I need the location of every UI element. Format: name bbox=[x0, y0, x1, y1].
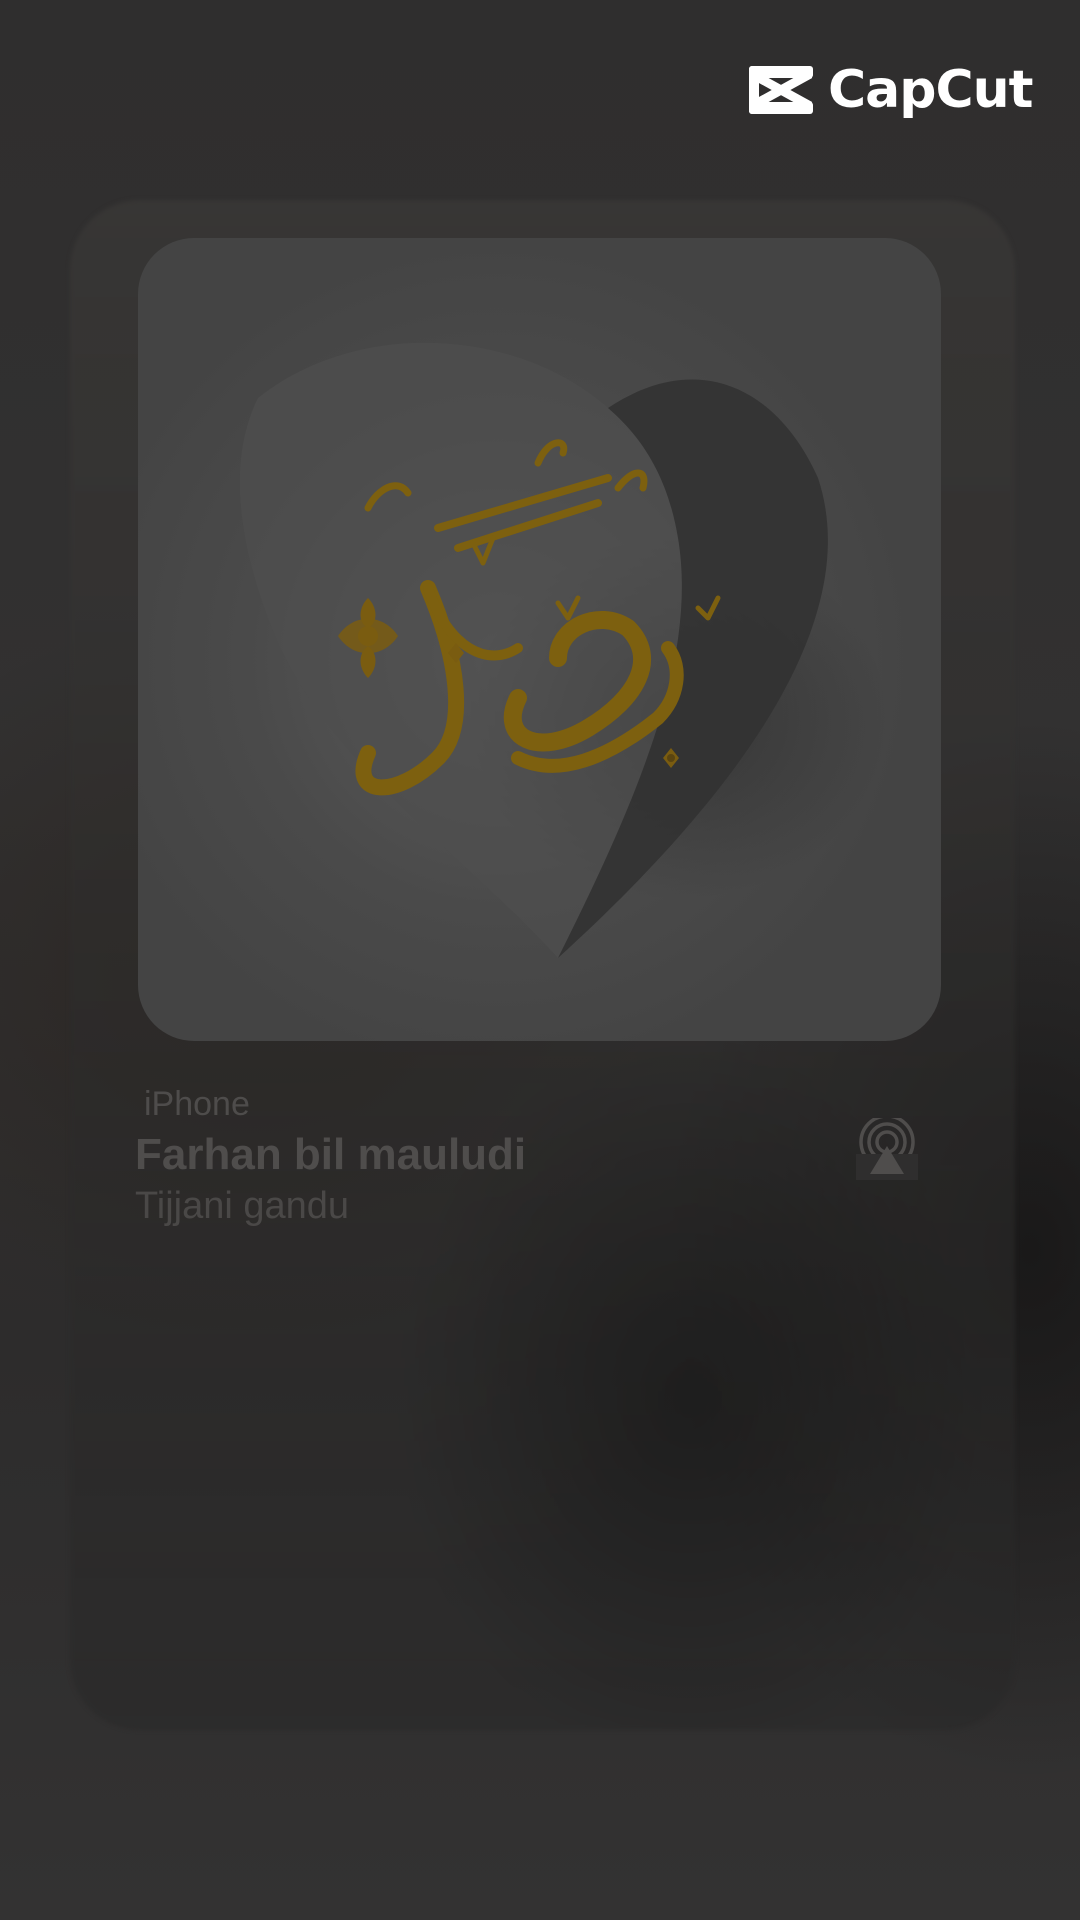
track-artist: Tijjani gandu bbox=[135, 1185, 350, 1227]
capcut-logo: CapCut bbox=[746, 60, 1034, 120]
output-device-label: iPhone bbox=[144, 1085, 250, 1123]
album-artwork[interactable] bbox=[138, 238, 941, 1041]
calligraphy-artwork bbox=[239, 342, 828, 958]
track-title: Farhan bil mauludi bbox=[135, 1130, 527, 1179]
capcut-logo-icon bbox=[749, 66, 813, 114]
screen: CapCut iPhone Farhan bil mauludi Tijjani… bbox=[0, 0, 1080, 1920]
capcut-wordmark: CapCut bbox=[828, 60, 1034, 120]
airplay-icon[interactable] bbox=[856, 1118, 918, 1180]
